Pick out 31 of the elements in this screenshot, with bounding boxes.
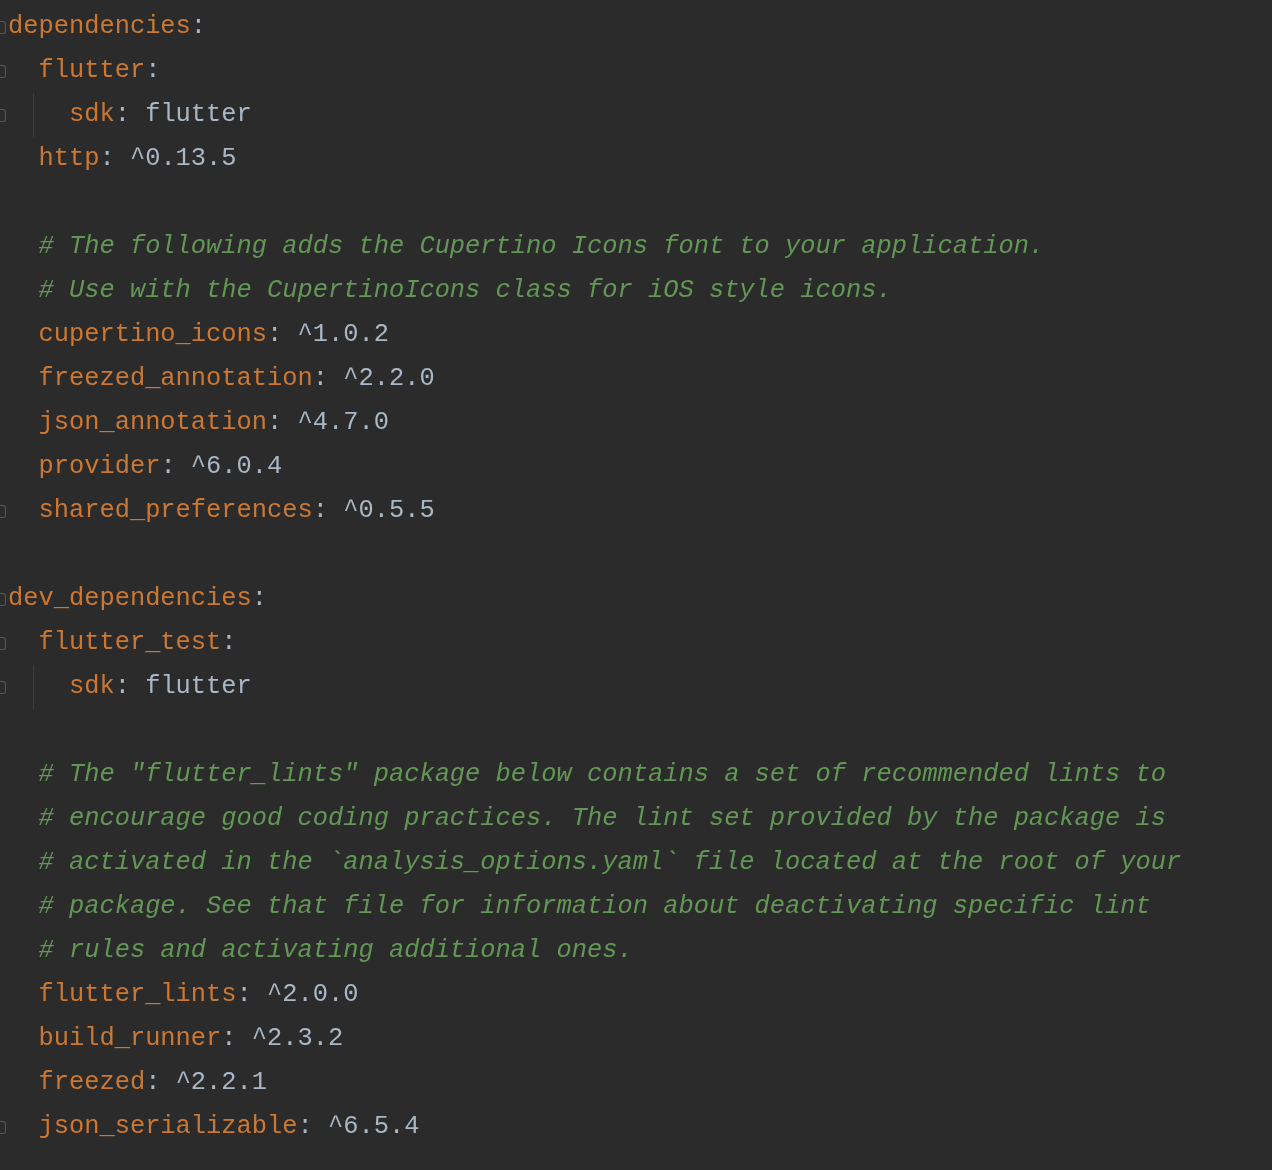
code-comment: # The "flutter_lints" package below contains a set of recommended lints to xyxy=(38,760,1166,789)
code-comment: # The following adds the Cupertino Icons font to your application. xyxy=(38,232,1045,261)
code-line: dev_dependencies: xyxy=(8,584,268,613)
fold-marker-icon[interactable] xyxy=(0,636,6,650)
code-comment: # package. See that file for information about deactivating specific lint xyxy=(38,892,1151,921)
code-line: shared_preferences: ^0.5.5 xyxy=(38,496,435,525)
code-comment: # Use with the CupertinoIcons class for iOS style icons. xyxy=(38,276,892,305)
code-line: sdk: flutter xyxy=(68,672,252,701)
code-line: json_serializable: ^6.5.4 xyxy=(38,1112,420,1141)
code-comment: # encourage good coding practices. The lint set provided by the package is xyxy=(38,804,1166,833)
code-comment: # activated in the `analysis_options.yaml` file located at the root of your xyxy=(38,848,1182,877)
fold-marker-icon[interactable] xyxy=(0,680,6,694)
code-line: json_annotation: ^4.7.0 xyxy=(38,408,389,437)
code-line: freezed_annotation: ^2.2.0 xyxy=(38,364,435,393)
code-line: flutter_test: xyxy=(38,628,237,657)
fold-marker-icon[interactable] xyxy=(0,20,6,34)
code-line: sdk: flutter xyxy=(68,100,252,129)
fold-marker-icon[interactable] xyxy=(0,1120,6,1134)
fold-marker-icon[interactable] xyxy=(0,504,6,518)
code-line: cupertino_icons: ^1.0.2 xyxy=(38,320,389,349)
fold-marker-icon[interactable] xyxy=(0,592,6,606)
fold-marker-icon[interactable] xyxy=(0,108,6,122)
fold-marker-icon[interactable] xyxy=(0,64,6,78)
code-line: flutter: xyxy=(38,56,161,85)
code-line: freezed: ^2.2.1 xyxy=(38,1068,268,1097)
code-comment: # rules and activating additional ones. xyxy=(38,936,633,965)
code-line: http: ^0.13.5 xyxy=(38,144,237,173)
code-line: provider: ^6.0.4 xyxy=(38,452,283,481)
code-line: dependencies: xyxy=(8,12,207,41)
code-line: flutter_lints: ^2.0.0 xyxy=(38,980,359,1009)
code-line: build_runner: ^2.3.2 xyxy=(38,1024,344,1053)
